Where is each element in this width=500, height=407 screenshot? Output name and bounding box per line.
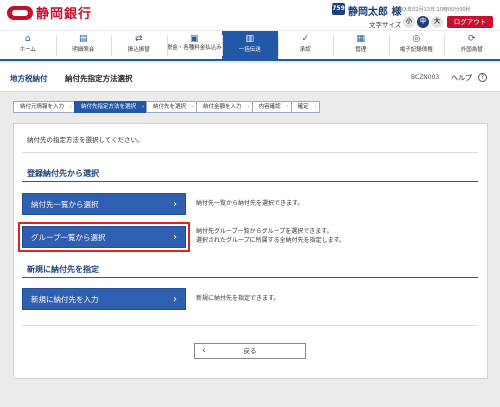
nav-label: 税金・各種料金払込み — [166, 45, 222, 51]
button-label: 新規に納付先を入力 — [31, 295, 99, 304]
management-icon: ▦ — [356, 34, 365, 44]
login-time: 20XX年02月13日 10時00分00秒 — [394, 7, 471, 13]
font-size-small-button[interactable]: 小 — [403, 16, 415, 28]
group-list-description-1: 納付先グループ一覧からグループを選択できます。 — [196, 228, 333, 235]
content-panel — [13, 123, 488, 379]
new-payee-description: 新規に納付先を指定できます。 — [196, 295, 280, 302]
nav-label: 承認 — [299, 47, 311, 53]
step-2-current: 納付先指定方法を選択 — [74, 101, 148, 113]
intro-text: 納付先の指定方法を選択してください。 — [27, 136, 144, 144]
button-label: 納付先一覧から選択 — [31, 200, 99, 209]
page-title: 納付先指定方法選択 — [65, 74, 133, 83]
chevron-right-icon: › — [173, 199, 177, 210]
nav-home[interactable]: ⌂ ホーム — [0, 31, 56, 59]
select-from-payee-list-button[interactable]: 納付先一覧から選択 › — [22, 193, 186, 215]
approval-icon: ✓ — [301, 34, 310, 44]
step-1: 納付元情報を入力 — [13, 101, 76, 113]
section-divider — [22, 277, 478, 278]
nav-statement[interactable]: ▤ 明細照会 — [55, 31, 112, 59]
batch-transmission-icon: ▥ — [245, 34, 254, 44]
step-6: 確定 — [290, 101, 320, 113]
screen-code: BCZN003 — [411, 74, 440, 81]
registered-section-title: 登録納付先から選択 — [27, 169, 99, 178]
divider — [22, 325, 478, 326]
nav-label: 明細照会 — [72, 47, 95, 53]
help-link[interactable]: ヘルプ — [451, 73, 472, 83]
tax-payment-icon: ▣ — [189, 34, 199, 44]
group-list-description-2: 選択されたグループに所属する全納付先を指定します。 — [196, 237, 346, 244]
select-from-group-list-button[interactable]: グループ一覧から選択 › — [22, 226, 186, 248]
nav-label: 振込振替 — [127, 47, 150, 53]
nav-label: 電子記録債権 — [399, 47, 433, 53]
transfer-icon: ⇄ — [134, 34, 143, 44]
step-5: 内容確認 — [251, 101, 292, 113]
nav-transfer[interactable]: ⇄ 振込振替 — [111, 31, 167, 59]
back-button-label: 戻る — [243, 347, 257, 355]
section-divider — [22, 181, 478, 182]
logout-button[interactable]: ログアウト — [447, 16, 493, 28]
bank-logo: 静岡銀行 — [7, 3, 92, 22]
bank-logo-icon — [7, 5, 33, 20]
nav-label: 管理 — [355, 47, 367, 53]
statement-icon: ▤ — [78, 34, 88, 44]
nav-batch-transmission[interactable]: ▥ 一括伝送 — [222, 31, 278, 59]
nav-label: 外国為替 — [460, 47, 483, 53]
font-size-large-button[interactable]: 大 — [431, 16, 443, 28]
step-3: 納付先を選択 — [146, 101, 198, 113]
global-nav: ⌂ ホーム ▤ 明細照会 ⇄ 振込振替 ▣ 税金・各種料金払込み ▥ 一括伝送 … — [0, 31, 500, 61]
nav-management[interactable]: ▦ 管理 — [333, 31, 389, 59]
step-4: 納付金額を入力 — [196, 101, 253, 113]
chevron-right-icon: › — [173, 232, 177, 243]
nav-tax-payment[interactable]: ▣ 税金・各種料金払込み — [166, 31, 223, 59]
bank-name: 静岡銀行 — [36, 7, 93, 22]
electronic-claims-icon: ◎ — [412, 34, 421, 44]
nav-label: 一括伝送 — [238, 47, 261, 53]
divider — [22, 152, 478, 153]
payee-list-description: 納付先一覧から納付先を選択できます。 — [196, 200, 304, 207]
home-icon: ⌂ — [24, 34, 31, 44]
nav-foreign-exchange[interactable]: ⟳ 外国為替 — [444, 31, 500, 59]
nav-approval[interactable]: ✓ 承認 — [277, 31, 334, 59]
font-size-label: 文字サイズ — [369, 21, 402, 29]
user-badge: 759 — [332, 3, 345, 15]
back-button[interactable]: ‹ 戻る — [194, 343, 306, 359]
chevron-left-icon: ‹ — [202, 346, 206, 356]
nav-label: ホーム — [19, 47, 36, 53]
page-category: 地方税納付 — [10, 74, 48, 83]
help-icon[interactable]: ? — [478, 73, 487, 82]
button-label: グループ一覧から選択 — [31, 233, 106, 242]
step-indicator: 納付元情報を入力 納付先指定方法を選択 納付先を選択 納付金額を入力 内容確認 … — [13, 101, 320, 113]
nav-electronic-claims[interactable]: ◎ 電子記録債権 — [388, 31, 445, 59]
foreign-exchange-icon: ⟳ — [467, 34, 476, 44]
header: 静岡銀行 759 静岡太郎 様 20XX年02月13日 10時00分00秒 文字… — [0, 0, 500, 30]
new-section-title: 新規に納付先を指定 — [27, 265, 99, 274]
font-size-medium-button[interactable]: 中 — [417, 16, 429, 28]
chevron-right-icon: › — [173, 294, 177, 305]
page-title-bar: 地方税納付 納付先指定方法選択 BCZN003 ヘルプ ? — [0, 63, 500, 92]
enter-new-payee-button[interactable]: 新規に納付先を入力 › — [22, 288, 186, 310]
